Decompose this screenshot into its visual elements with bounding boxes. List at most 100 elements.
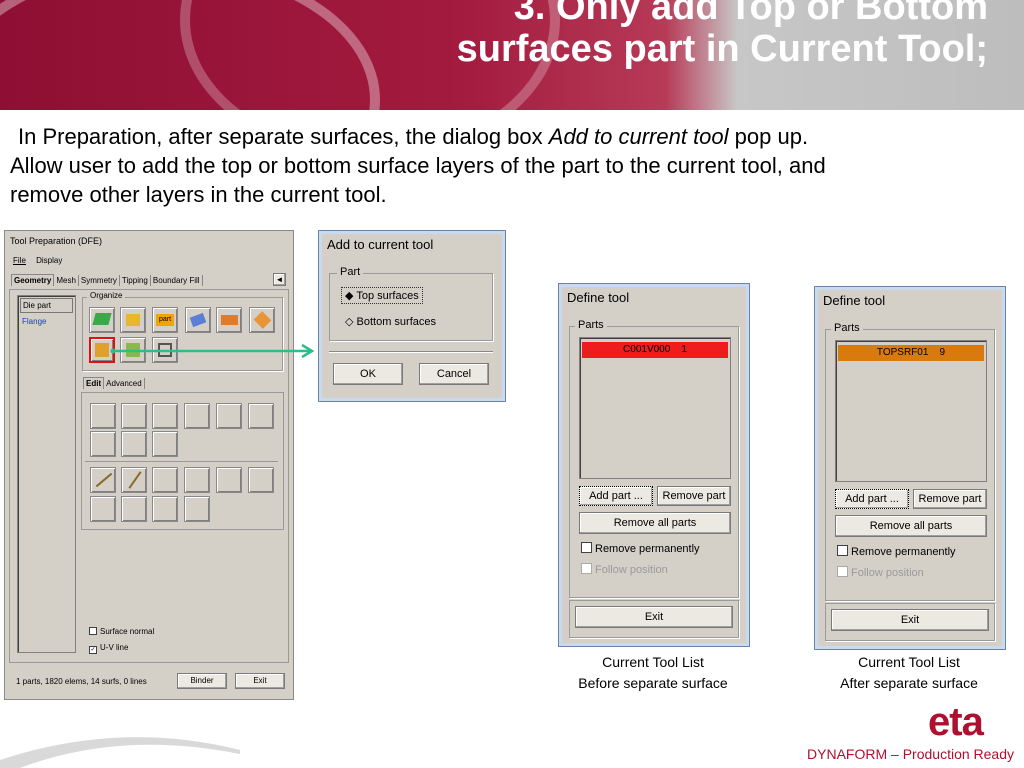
caption-before-line2: Before separate surface bbox=[578, 675, 728, 691]
surface-box-icon[interactable] bbox=[248, 403, 274, 429]
line-join-icon[interactable] bbox=[184, 496, 210, 522]
radio-selected-icon: ◆ bbox=[345, 290, 354, 302]
caption-after-line1: Current Tool List bbox=[858, 654, 960, 670]
select-icon bbox=[126, 314, 140, 326]
layer-move-icon[interactable] bbox=[152, 431, 178, 457]
exit-button[interactable]: Exit bbox=[575, 606, 733, 628]
exit-button[interactable]: Exit bbox=[235, 673, 285, 689]
surface-normal-checkbox[interactable]: Surface normal bbox=[89, 627, 154, 636]
tab-edit[interactable]: Edit bbox=[83, 377, 105, 389]
edit-part-shape-icon bbox=[221, 315, 238, 325]
surface-flip-icon[interactable] bbox=[152, 403, 178, 429]
angle-tool-icon[interactable] bbox=[184, 467, 210, 493]
menu-display[interactable]: Display bbox=[36, 256, 62, 265]
caption-before: Current Tool List Before separate surfac… bbox=[543, 652, 763, 694]
surface-fill-icon[interactable] bbox=[216, 403, 242, 429]
cancel-button[interactable]: Cancel bbox=[419, 363, 489, 385]
line-cut-icon[interactable] bbox=[121, 496, 147, 522]
status-text: 1 parts, 1820 elems, 14 surfs, 0 lines bbox=[16, 677, 147, 686]
polyline-tool-icon[interactable] bbox=[152, 467, 178, 493]
edit-tab-strip: Edit Advanced bbox=[83, 377, 145, 389]
intro-text: In Preparation, after separate surfaces,… bbox=[10, 122, 1010, 209]
part-list-item[interactable]: Flange bbox=[20, 315, 73, 328]
remove-all-parts-button[interactable]: Remove all parts bbox=[579, 512, 731, 534]
footer-swoosh bbox=[0, 737, 240, 768]
checkbox-box bbox=[581, 542, 592, 553]
footer-text: DYNAFORM – Production Ready bbox=[807, 746, 1014, 762]
line-split-icon[interactable] bbox=[90, 496, 116, 522]
part-item-selected[interactable]: TOPSRF01 9 bbox=[838, 345, 984, 361]
top-surfaces-radio[interactable]: ◆ Top surfaces bbox=[341, 287, 423, 304]
tab-mesh[interactable]: Mesh bbox=[54, 275, 79, 286]
part-item-selected[interactable]: C001V000 1 bbox=[582, 342, 728, 358]
curve-icon bbox=[128, 471, 142, 489]
line-icon bbox=[95, 472, 113, 488]
edit-part-icon[interactable] bbox=[216, 307, 242, 333]
part-list-item[interactable]: Die part bbox=[20, 298, 73, 313]
binder-button[interactable]: Binder bbox=[177, 673, 227, 689]
part-list: Die part Flange bbox=[17, 295, 76, 653]
surface-edit-icon[interactable] bbox=[90, 403, 116, 429]
surface-project-icon[interactable] bbox=[184, 403, 210, 429]
transform-icon bbox=[189, 312, 207, 328]
tool-prep-title: Tool Preparation (DFE) bbox=[10, 236, 103, 246]
surface-normal-label: Surface normal bbox=[100, 627, 155, 636]
define-tool-dialog-before: Define tool Parts C001V000 1 Add part ..… bbox=[558, 283, 750, 647]
new-part-icon[interactable]: part bbox=[152, 307, 178, 333]
checkbox-box bbox=[837, 566, 848, 577]
surface-trim-icon[interactable] bbox=[121, 403, 147, 429]
remove-permanently-checkbox[interactable]: Remove permanently bbox=[581, 542, 700, 555]
line-extend-icon[interactable] bbox=[152, 496, 178, 522]
layer-edit-icon[interactable] bbox=[90, 431, 116, 457]
tab-boundary-fill[interactable]: Boundary Fill bbox=[150, 275, 203, 286]
parts-listbox: TOPSRF01 9 bbox=[835, 340, 987, 482]
add-tool-title: Add to current tool bbox=[327, 237, 434, 252]
follow-position-checkbox[interactable]: Follow position bbox=[581, 563, 668, 576]
line-tool-icon[interactable] bbox=[90, 467, 116, 493]
intro-line2: Allow user to add the top or bottom surf… bbox=[10, 153, 826, 178]
edit-divider bbox=[85, 461, 278, 462]
bottom-surfaces-label: Bottom surfaces bbox=[356, 316, 437, 328]
tab-tipping[interactable]: Tipping bbox=[119, 275, 151, 286]
tab-geometry[interactable]: Geometry bbox=[11, 274, 55, 286]
uv-line-checkbox[interactable]: ✓ U-V line bbox=[89, 643, 128, 654]
parts-group-label: Parts bbox=[831, 322, 863, 334]
checkbox-box bbox=[581, 563, 592, 574]
define-tool-title: Define tool bbox=[823, 293, 886, 308]
intersect-icon[interactable] bbox=[248, 467, 274, 493]
remove-part-button[interactable]: Remove part bbox=[913, 489, 987, 509]
part-icon-label: part bbox=[156, 314, 174, 326]
remove-part-button[interactable]: Remove part bbox=[657, 486, 731, 506]
intro-italic: Add to current tool bbox=[548, 124, 729, 149]
ok-button[interactable]: OK bbox=[333, 363, 403, 385]
select-tool-icon[interactable] bbox=[120, 307, 146, 333]
curve-tool-icon[interactable] bbox=[121, 467, 147, 493]
scissors-icon[interactable] bbox=[216, 467, 242, 493]
add-part-button[interactable]: Add part ... bbox=[579, 486, 653, 506]
menu-file[interactable]: File bbox=[13, 256, 26, 265]
caption-before-line1: Current Tool List bbox=[602, 654, 704, 670]
footer-swoosh-shape bbox=[0, 737, 240, 768]
tab-symmetry[interactable]: Symmetry bbox=[78, 275, 120, 286]
checkbox-box bbox=[837, 545, 848, 556]
layer-color-icon[interactable] bbox=[121, 431, 147, 457]
remove-permanently-label: Remove permanently bbox=[595, 543, 700, 555]
layers-tool-icon[interactable] bbox=[89, 307, 115, 333]
box-tool-icon[interactable] bbox=[249, 307, 275, 333]
add-part-button[interactable]: Add part ... bbox=[835, 489, 909, 509]
tab-advanced[interactable]: Advanced bbox=[104, 378, 145, 389]
transform-tool-icon[interactable] bbox=[185, 307, 211, 333]
parts-group-label: Parts bbox=[575, 319, 607, 331]
intro-part2: pop up. bbox=[728, 124, 809, 149]
panel-pin-button[interactable]: ◄ bbox=[273, 273, 286, 286]
remove-permanently-label: Remove permanently bbox=[851, 546, 956, 558]
part-group bbox=[329, 273, 493, 341]
intro-part1: In Preparation, after separate surfaces,… bbox=[18, 124, 549, 149]
remove-all-parts-button[interactable]: Remove all parts bbox=[835, 515, 987, 537]
bottom-surfaces-radio[interactable]: ◇ Bottom surfaces bbox=[345, 315, 436, 328]
add-to-current-tool-dialog: Add to current tool Part ◆ Top surfaces … bbox=[318, 230, 506, 402]
caption-after: Current Tool List After separate surface bbox=[799, 652, 1019, 694]
exit-button[interactable]: Exit bbox=[831, 609, 989, 631]
follow-position-checkbox[interactable]: Follow position bbox=[837, 566, 924, 579]
remove-permanently-checkbox[interactable]: Remove permanently bbox=[837, 545, 956, 558]
